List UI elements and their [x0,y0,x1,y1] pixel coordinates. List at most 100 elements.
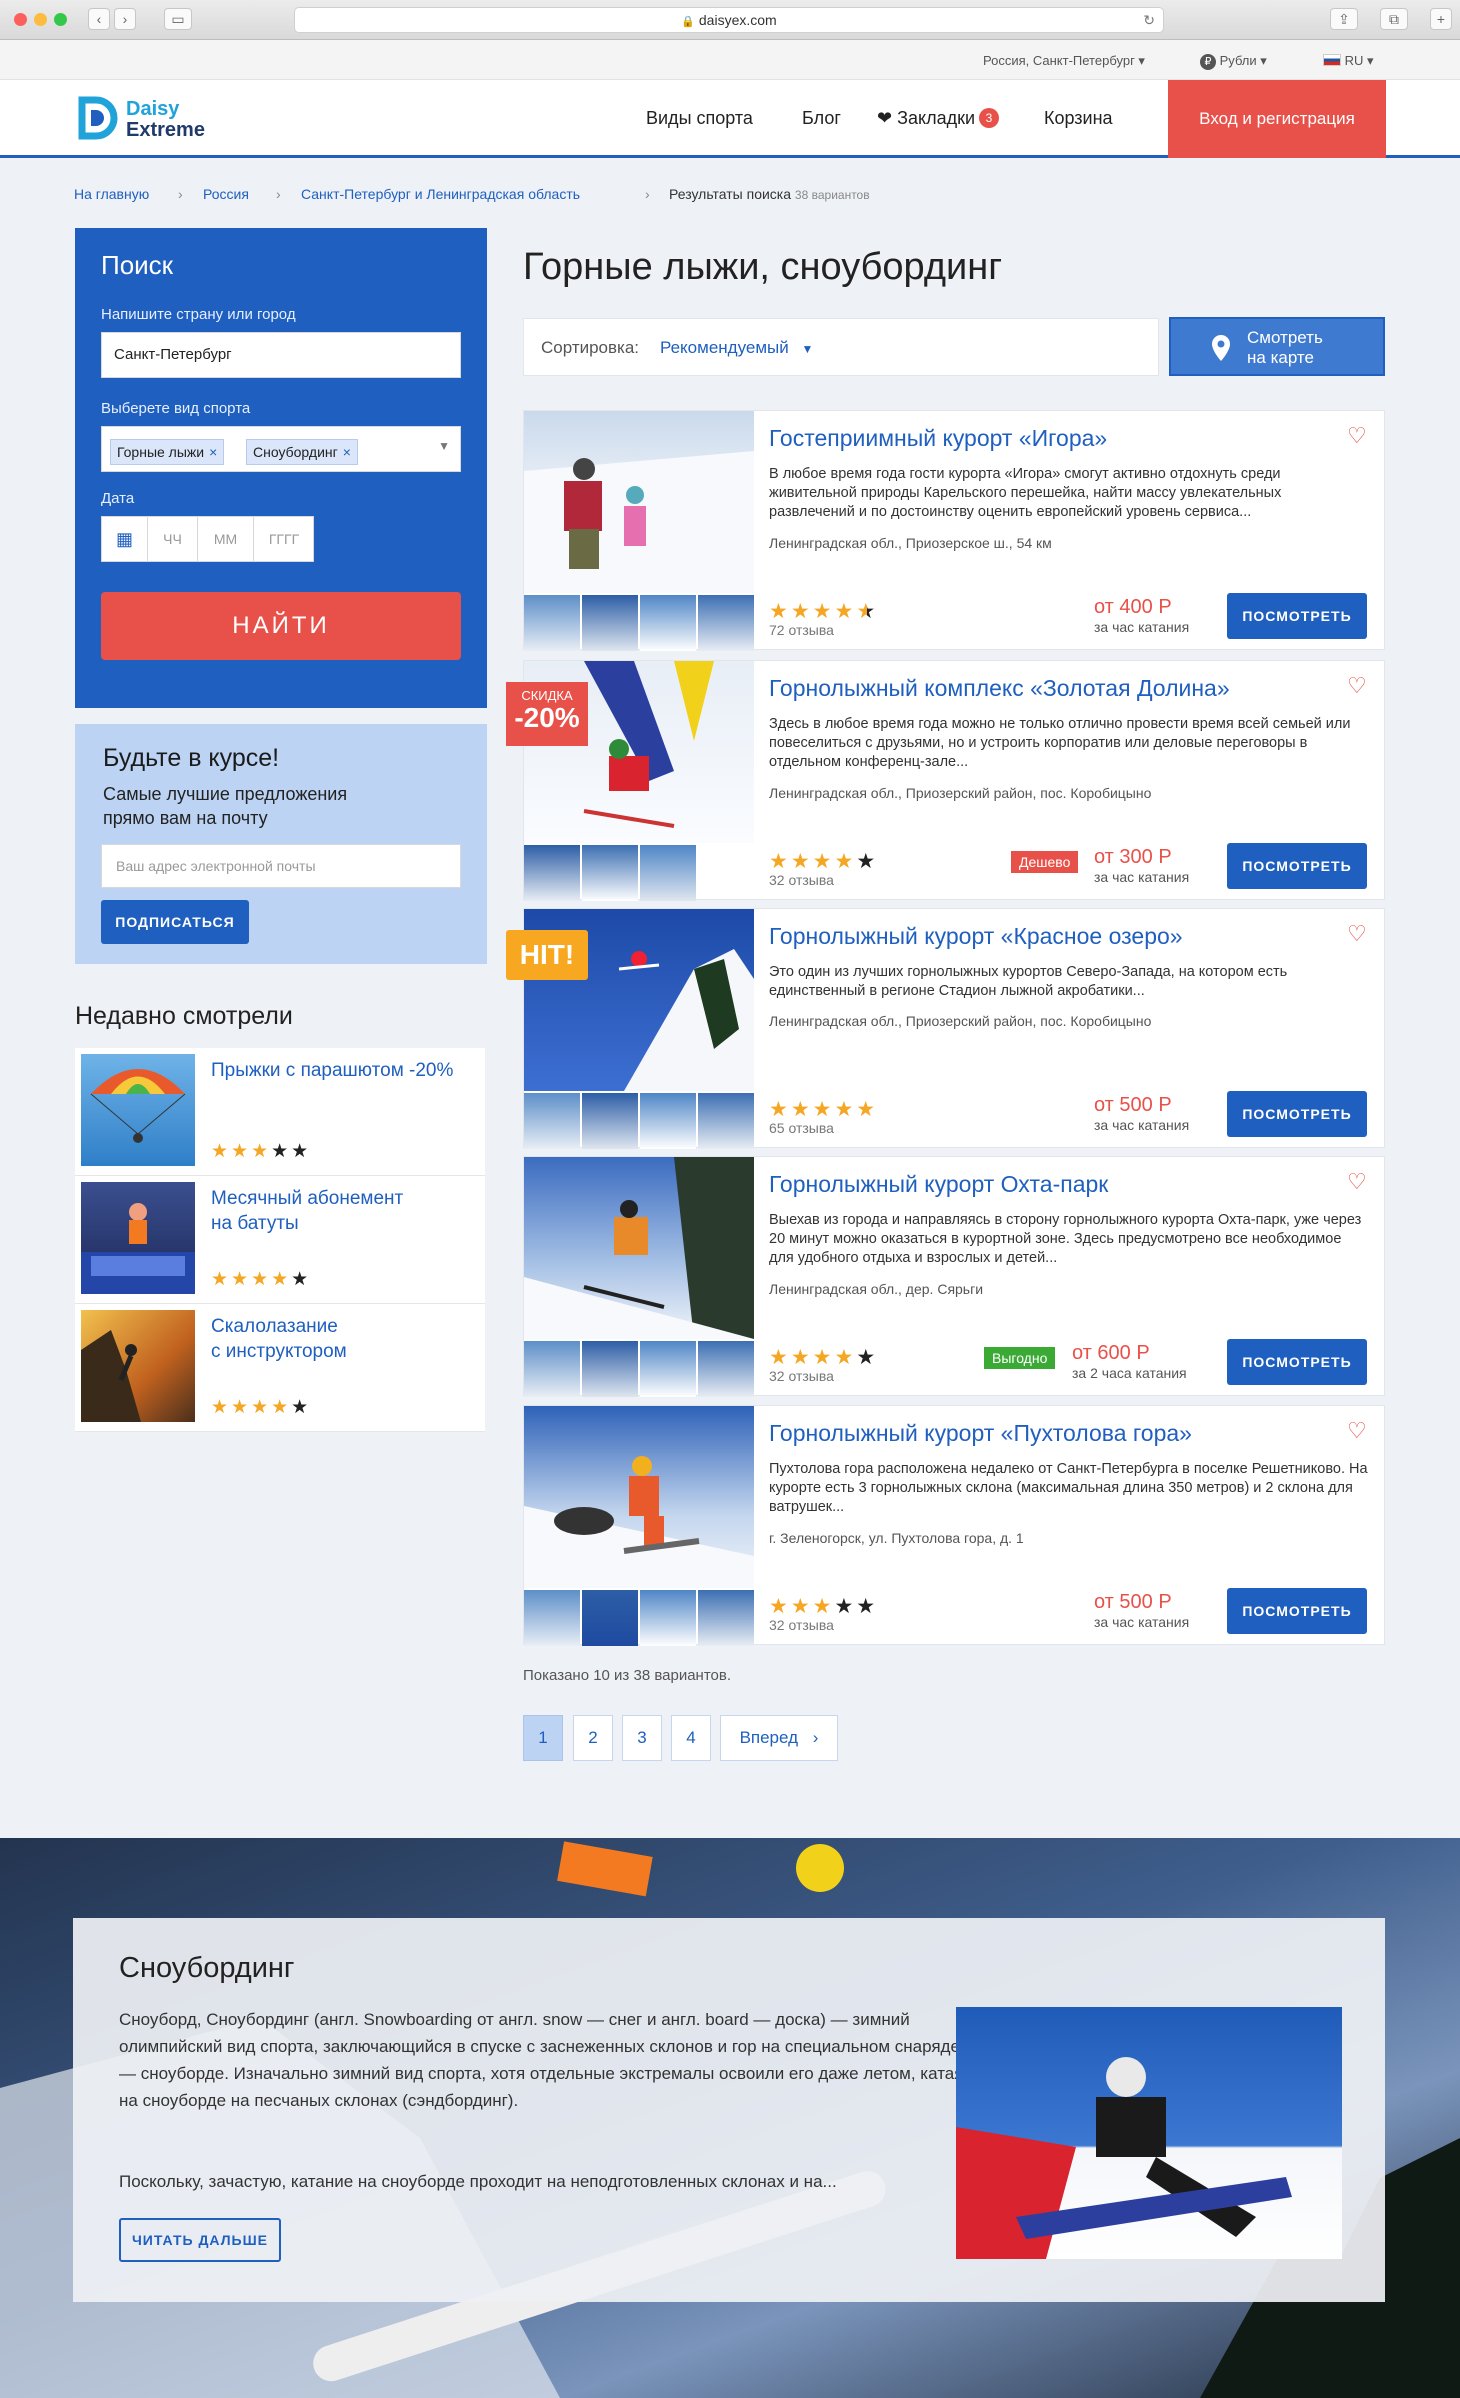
sport-tag[interactable]: Горные лыжи × [110,439,225,465]
heart-outline-icon[interactable]: ♡ [1347,423,1367,449]
info-panel: Сноубординг Сноуборд, Сноубординг (англ.… [73,1918,1385,2302]
nav-cart[interactable]: Корзина [1044,108,1113,129]
view-button[interactable]: ПОСМОТРЕТЬ [1227,1091,1367,1137]
result-title[interactable]: Горнолыжный курорт «Красное озеро» [769,923,1183,950]
thumbnail[interactable] [698,1341,754,1397]
thumbnail[interactable] [582,1093,638,1149]
reload-icon[interactable]: ↻ [1143,8,1155,32]
view-button[interactable]: ПОСМОТРЕТЬ [1227,1339,1367,1385]
thumbnail[interactable] [698,595,754,651]
sidebar-toggle-icon[interactable]: ▭ [164,8,192,30]
close-window-icon[interactable] [14,13,27,26]
newsletter-text-line1: Самые лучшие предложения [103,784,348,804]
subscribe-button[interactable]: ПОДПИСАТЬСЯ [101,900,249,944]
result-image [524,411,754,593]
date-month-input[interactable]: ММ [198,517,254,561]
share-icon[interactable]: ⇪ [1330,8,1358,30]
rating-stars: ★★★★★ [211,1141,312,1162]
thumbnail[interactable] [640,595,696,651]
recent-item[interactable]: Месячный абонемент на батуты ★★★★★ [75,1176,485,1304]
result-card[interactable]: Горнолыжный курорт «Пухтолова гора» ♡ Пу… [523,1405,1385,1646]
result-description: Пухтолова гора расположена недалеко от С… [769,1461,1368,1515]
page-3[interactable]: 3 [622,1715,662,1761]
remove-tag-icon[interactable]: × [209,444,217,460]
result-title[interactable]: Горнолыжный курорт Охта-парк [769,1171,1108,1198]
zoom-window-icon[interactable] [54,13,67,26]
result-card[interactable]: Горнолыжный курорт «Красное озеро» ♡ Это… [523,908,1385,1149]
back-icon[interactable]: ‹ [88,8,110,30]
page-2[interactable]: 2 [573,1715,613,1761]
nav-bookmarks[interactable]: ❤ Закладки 3 [877,108,1000,129]
heart-outline-icon[interactable]: ♡ [1347,921,1367,947]
next-page-button[interactable]: Вперед › [720,1715,838,1761]
recent-item-title[interactable]: Прыжки с парашютом -20% [211,1058,453,1083]
view-button[interactable]: ПОСМОТРЕТЬ [1227,1588,1367,1634]
recent-item-title[interactable]: Месячный абонемент на батуты [211,1186,403,1236]
thumbnail[interactable] [524,845,580,901]
result-title[interactable]: Горнолыжный курорт «Пухтолова гора» [769,1420,1192,1447]
sort-dropdown[interactable]: Рекомендуемый ▼ [660,338,813,358]
address-bar[interactable]: 🔒 daisyex.com ↻ [294,7,1164,33]
language-selector[interactable]: RU ▾ [1323,53,1374,69]
thumbnail[interactable] [640,845,696,901]
breadcrumb-russia[interactable]: Россия [203,186,249,202]
tabs-icon[interactable]: ⧉ [1380,8,1408,30]
sport-select[interactable]: Горные лыжи × Сноубординг × ▼ [101,426,461,472]
thumbnail[interactable] [582,1590,638,1646]
thumbnail[interactable] [698,1093,754,1149]
thumbnail[interactable] [640,1341,696,1397]
heart-outline-icon[interactable]: ♡ [1347,1418,1367,1444]
recent-item[interactable]: Скалолазание с инструктором ★★★★★ [75,1304,485,1432]
location-selector[interactable]: Россия, Санкт-Петербург ▾ [983,53,1145,69]
sport-tag[interactable]: Сноубординг × [246,439,358,465]
date-year-input[interactable]: ГГГГ [254,517,314,561]
result-title[interactable]: Гостеприимный курорт «Игора» [769,425,1107,452]
thumbnail[interactable] [524,595,580,651]
email-input[interactable]: Ваш адрес электронной почты [101,844,461,888]
result-price-unit: за час катания [1094,1614,1190,1630]
forward-icon[interactable]: › [114,8,136,30]
calendar-icon[interactable]: ▦ [102,517,148,561]
result-card[interactable]: Горнолыжный комплекс «Золотая Долина» ♡ … [523,660,1385,901]
find-button[interactable]: НАЙТИ [101,592,461,660]
result-price-unit: за час катания [1094,1117,1190,1133]
thumbnail[interactable] [698,1590,754,1646]
nav-sports[interactable]: Виды спорта [646,108,753,129]
thumbnail[interactable] [640,1093,696,1149]
login-button[interactable]: Вход и регистрация [1168,80,1386,158]
result-title[interactable]: Горнолыжный комплекс «Золотая Долина» [769,675,1230,702]
thumbnail[interactable] [640,1590,696,1646]
city-input[interactable]: Санкт-Петербург [101,332,461,378]
remove-tag-icon[interactable]: × [343,444,351,460]
thumbnail[interactable] [524,1093,580,1149]
thumbnail[interactable] [524,1590,580,1646]
view-button[interactable]: ПОСМОТРЕТЬ [1227,843,1367,889]
breadcrumb-region[interactable]: Санкт-Петербург и Ленинградская область [301,186,580,202]
discount-label: СКИДКА [521,688,573,703]
map-button[interactable]: Смотреть на карте [1169,317,1385,376]
thumbnail[interactable] [582,845,638,901]
new-tab-icon[interactable]: + [1430,8,1452,30]
thumbnail[interactable] [524,1341,580,1397]
recent-item-title[interactable]: Скалолазание с инструктором [211,1314,347,1364]
currency-selector[interactable]: ₽ Рубли ▾ [1200,53,1267,70]
result-card[interactable]: Гостеприимный курорт «Игора» ♡ В любое в… [523,410,1385,651]
heart-outline-icon[interactable]: ♡ [1347,673,1367,699]
info-photo [956,2007,1342,2259]
breadcrumb-home[interactable]: На главную [74,186,149,202]
page-1[interactable]: 1 [523,1715,563,1761]
view-button[interactable]: ПОСМОТРЕТЬ [1227,593,1367,639]
read-more-button[interactable]: ЧИТАТЬ ДАЛЬШЕ [119,2218,281,2262]
recent-item[interactable]: Прыжки с парашютом -20% ★★★★★ [75,1048,485,1176]
minimize-window-icon[interactable] [34,13,47,26]
heart-outline-icon[interactable]: ♡ [1347,1169,1367,1195]
date-field[interactable]: ▦ ЧЧ ММ ГГГГ [101,516,314,562]
page-4[interactable]: 4 [671,1715,711,1761]
search-panel: Поиск Напишите страну или город Санкт-Пе… [75,228,487,708]
thumbnail[interactable] [582,595,638,651]
result-card[interactable]: Горнолыжный курорт Охта-парк ♡ Выехав из… [523,1156,1385,1397]
logo[interactable]: Daisy Extreme [78,94,228,144]
date-hours-input[interactable]: ЧЧ [148,517,198,561]
nav-blog[interactable]: Блог [802,108,841,129]
thumbnail[interactable] [582,1341,638,1397]
